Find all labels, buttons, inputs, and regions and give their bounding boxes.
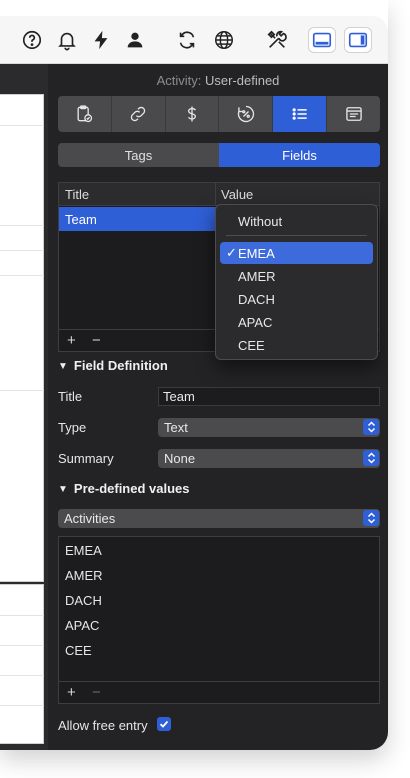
menu-separator [226, 235, 367, 236]
toolbar [0, 16, 388, 64]
link-icon[interactable] [112, 96, 166, 132]
menu-item-without[interactable]: Without [220, 210, 373, 232]
chevron-updown-icon [363, 510, 379, 526]
row-title: Team [65, 212, 97, 227]
activity-title: Activity: User-defined [48, 73, 388, 88]
person-icon[interactable] [123, 28, 147, 52]
activity-prefix: Activity: [156, 73, 202, 88]
tools-icon[interactable] [265, 28, 289, 52]
field-definition-header[interactable]: ▼ Field Definition [58, 358, 168, 373]
help-icon[interactable] [20, 28, 44, 52]
column-value[interactable]: Value [221, 187, 253, 202]
table-header: Title Value [59, 183, 379, 206]
add-field-button[interactable]: + [67, 332, 76, 349]
list-item[interactable]: AMER [65, 568, 103, 583]
remove-field-button[interactable]: − [92, 332, 101, 349]
predefined-values-header[interactable]: ▼ Pre-defined values [58, 481, 190, 496]
checkmark-icon: ✓ [226, 245, 237, 260]
values-footer: + − [59, 681, 379, 703]
list-item[interactable]: APAC [65, 618, 99, 633]
predefined-values-list: EMEA AMER DACH APAC CEE + − [58, 536, 380, 704]
list-item[interactable]: CEE [65, 643, 92, 658]
summary-select-value: None [164, 451, 196, 466]
title-input[interactable]: Team [158, 387, 380, 406]
right-panel-icon[interactable] [344, 27, 372, 53]
chevron-updown-icon [363, 450, 379, 466]
percent-timer-icon[interactable] [219, 96, 274, 132]
left-card [0, 94, 44, 582]
disclosure-triangle-icon: ▼ [58, 484, 68, 495]
list-icon[interactable] [273, 96, 328, 132]
left-pane [0, 64, 48, 750]
menu-item-apac[interactable]: APAC [220, 311, 373, 333]
activity-name: User-defined [204, 73, 280, 88]
window-icon[interactable] [327, 96, 380, 132]
inspector-tabs [58, 96, 380, 132]
menu-item-dach[interactable]: DACH [220, 288, 373, 310]
add-value-button[interactable]: + [67, 684, 76, 701]
bell-icon[interactable] [55, 28, 79, 52]
list-item[interactable]: EMEA [65, 543, 102, 558]
predefined-source-select[interactable]: Activities [58, 509, 380, 528]
type-select[interactable]: Text [158, 418, 380, 437]
summary-select[interactable]: None [158, 449, 380, 468]
title-label: Title [58, 389, 83, 404]
column-title[interactable]: Title [65, 187, 89, 202]
bolt-icon[interactable] [89, 28, 113, 52]
value-dropdown-menu: Without ✓ EMEA AMER DACH APAC CEE [215, 204, 378, 360]
allow-free-entry-label: Allow free entry [58, 718, 148, 733]
menu-item-label: EMEA [238, 246, 275, 261]
left-card-lower [0, 584, 44, 744]
remove-value-button[interactable]: − [92, 684, 101, 701]
dollar-icon[interactable] [166, 96, 220, 132]
disclosure-triangle-icon: ▼ [58, 361, 68, 372]
tags-fields-segmented: Tags Fields [58, 143, 380, 167]
chevron-updown-icon [363, 419, 379, 435]
tab-tags[interactable]: Tags [58, 143, 219, 167]
menu-item-amer[interactable]: AMER [220, 265, 373, 287]
bottom-panel-icon[interactable] [308, 27, 336, 53]
app-window: Activity: User-defined Tags Fields Title… [0, 0, 388, 750]
type-label: Type [58, 420, 87, 435]
sync-icon[interactable] [175, 28, 199, 52]
tab-fields[interactable]: Fields [219, 143, 380, 167]
globe-icon[interactable] [212, 28, 236, 52]
inspector-panel: Activity: User-defined Tags Fields Title… [48, 64, 388, 750]
type-select-value: Text [164, 420, 188, 435]
predefined-values-title: Pre-defined values [73, 481, 190, 496]
menu-item-emea[interactable]: ✓ EMEA [220, 242, 373, 264]
menu-item-cee[interactable]: CEE [220, 334, 373, 356]
clipboard-check-icon[interactable] [58, 96, 112, 132]
field-definition-title: Field Definition [73, 358, 168, 373]
predefined-source-value: Activities [64, 511, 116, 526]
allow-free-entry-checkbox[interactable] [157, 717, 171, 731]
list-item[interactable]: DACH [65, 593, 102, 608]
table-row[interactable]: Team [59, 207, 216, 231]
summary-label: Summary [58, 451, 114, 466]
